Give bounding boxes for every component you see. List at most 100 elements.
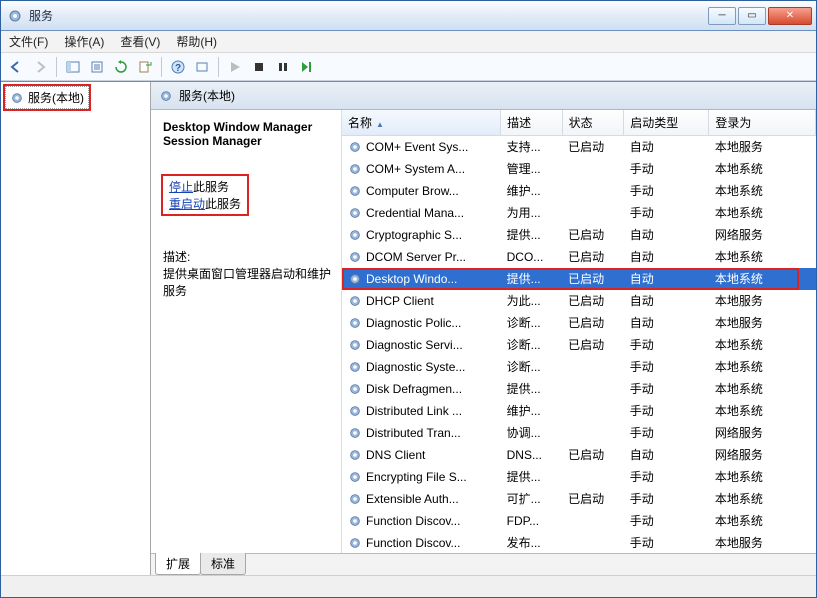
service-logon: 网络服务	[709, 422, 816, 444]
service-row[interactable]: Distributed Tran...协调...手动网络服务	[342, 422, 816, 444]
service-startup: 手动	[624, 488, 709, 510]
restart-service-button[interactable]	[296, 56, 318, 78]
service-desc: 诊断...	[501, 312, 563, 334]
tab-extended[interactable]: 扩展	[155, 553, 201, 575]
stop-service-link[interactable]: 停止	[169, 180, 193, 194]
gear-icon	[348, 338, 362, 352]
service-scroll[interactable]: 名称▲ 描述 状态 启动类型 登录为 COM+ Event Sys...支持..…	[342, 110, 816, 553]
service-name: Function Discov...	[366, 514, 460, 528]
service-row[interactable]: COM+ System A...管理...手动本地系统	[342, 158, 816, 180]
service-logon: 本地系统	[709, 466, 816, 488]
tree-item-services-local[interactable]: 服务(本地)	[5, 86, 89, 109]
menu-action[interactable]: 操作(A)	[56, 31, 112, 52]
restart-service-line: 重启动此服务	[169, 195, 241, 212]
service-logon: 本地系统	[709, 356, 816, 378]
service-row[interactable]: Diagnostic Servi...诊断...已启动手动本地系统	[342, 334, 816, 356]
pause-service-button[interactable]	[272, 56, 294, 78]
service-row[interactable]: Diagnostic Polic...诊断...已启动自动本地服务	[342, 312, 816, 334]
gear-icon	[348, 272, 362, 286]
service-desc: 支持...	[501, 136, 563, 158]
column-name[interactable]: 名称▲	[342, 110, 501, 136]
close-button[interactable]: ✕	[768, 7, 812, 25]
main-pane: 服务(本地) Desktop Window Manager Session Ma…	[151, 82, 816, 575]
service-status: 已启动	[562, 136, 624, 158]
service-row[interactable]: Extensible Auth...可扩...已启动手动本地系统	[342, 488, 816, 510]
service-name: Function Discov...	[366, 536, 460, 550]
service-startup: 自动	[624, 290, 709, 312]
service-row[interactable]: Diagnostic Syste...诊断...手动本地系统	[342, 356, 816, 378]
service-name: Diagnostic Polic...	[366, 316, 461, 330]
minimize-button[interactable]: ─	[708, 7, 736, 25]
column-startup[interactable]: 启动类型	[624, 110, 709, 136]
export-list-button[interactable]	[134, 56, 156, 78]
column-status[interactable]: 状态	[562, 110, 624, 136]
service-desc: 提供...	[501, 268, 563, 290]
forward-button[interactable]	[29, 56, 51, 78]
service-status	[562, 180, 624, 202]
service-startup: 手动	[624, 510, 709, 532]
maximize-button[interactable]: ▭	[738, 7, 766, 25]
service-name: Distributed Link ...	[366, 404, 462, 418]
service-name: Disk Defragmen...	[366, 382, 462, 396]
service-logon: 本地服务	[709, 532, 816, 554]
service-name: Credential Mana...	[366, 206, 464, 220]
service-startup: 手动	[624, 180, 709, 202]
stop-service-line: 停止此服务	[169, 178, 241, 195]
gear-icon	[348, 536, 362, 550]
menu-view[interactable]: 查看(V)	[112, 31, 168, 52]
column-description[interactable]: 描述	[501, 110, 563, 136]
menu-file[interactable]: 文件(F)	[1, 31, 56, 52]
service-row[interactable]: DHCP Client为此...已启动自动本地服务	[342, 290, 816, 312]
service-desc: 为此...	[501, 290, 563, 312]
svg-text:?: ?	[175, 63, 181, 74]
service-startup: 自动	[624, 268, 709, 290]
service-row[interactable]: Computer Brow...维护...手动本地系统	[342, 180, 816, 202]
service-status: 已启动	[562, 444, 624, 466]
service-desc: FDP...	[501, 510, 563, 532]
show-hide-tree-button[interactable]	[62, 56, 84, 78]
service-startup: 手动	[624, 466, 709, 488]
service-logon: 本地服务	[709, 312, 816, 334]
service-row[interactable]: Distributed Link ...维护...手动本地系统	[342, 400, 816, 422]
stop-service-button[interactable]	[248, 56, 270, 78]
restart-service-link[interactable]: 重启动	[169, 197, 205, 211]
column-header-row: 名称▲ 描述 状态 启动类型 登录为	[342, 110, 816, 136]
gear-icon	[348, 426, 362, 440]
service-row[interactable]: DCOM Server Pr...DCO...已启动自动本地系统	[342, 246, 816, 268]
service-row[interactable]: Credential Mana...为用...手动本地系统	[342, 202, 816, 224]
tree-pane[interactable]: 服务(本地)	[1, 82, 151, 575]
service-row[interactable]: Function Discov...发布...手动本地服务	[342, 532, 816, 554]
service-desc: 维护...	[501, 180, 563, 202]
service-status	[562, 422, 624, 444]
tab-standard[interactable]: 标准	[200, 553, 246, 575]
service-row[interactable]: Cryptographic S...提供...已启动自动网络服务	[342, 224, 816, 246]
back-button[interactable]	[5, 56, 27, 78]
service-row[interactable]: Function Discov...FDP...手动本地系统	[342, 510, 816, 532]
status-bar	[1, 575, 816, 597]
column-logon[interactable]: 登录为	[709, 110, 816, 136]
toolbar-extra-button[interactable]	[191, 56, 213, 78]
service-logon: 本地系统	[709, 202, 816, 224]
title-bar[interactable]: 服务 ─ ▭ ✕	[1, 1, 816, 31]
service-row[interactable]: COM+ Event Sys...支持...已启动自动本地服务	[342, 136, 816, 158]
service-row[interactable]: Encrypting File S...提供...手动本地系统	[342, 466, 816, 488]
service-logon: 本地系统	[709, 180, 816, 202]
refresh-button[interactable]	[110, 56, 132, 78]
service-status	[562, 356, 624, 378]
result-pane-header: 服务(本地)	[151, 82, 816, 110]
service-desc: 提供...	[501, 466, 563, 488]
menu-help[interactable]: 帮助(H)	[168, 31, 225, 52]
gear-icon	[348, 184, 362, 198]
help-button[interactable]: ?	[167, 56, 189, 78]
service-logon: 本地系统	[709, 158, 816, 180]
start-service-button[interactable]	[224, 56, 246, 78]
service-status	[562, 466, 624, 488]
gear-icon	[348, 492, 362, 506]
service-row[interactable]: Disk Defragmen...提供...手动本地系统	[342, 378, 816, 400]
service-name: Extensible Auth...	[366, 492, 459, 506]
service-row[interactable]: Desktop Windo...提供...已启动自动本地系统	[342, 268, 816, 290]
service-desc: 提供...	[501, 378, 563, 400]
properties-button[interactable]	[86, 56, 108, 78]
service-row[interactable]: DNS ClientDNS...已启动自动网络服务	[342, 444, 816, 466]
service-startup: 手动	[624, 334, 709, 356]
